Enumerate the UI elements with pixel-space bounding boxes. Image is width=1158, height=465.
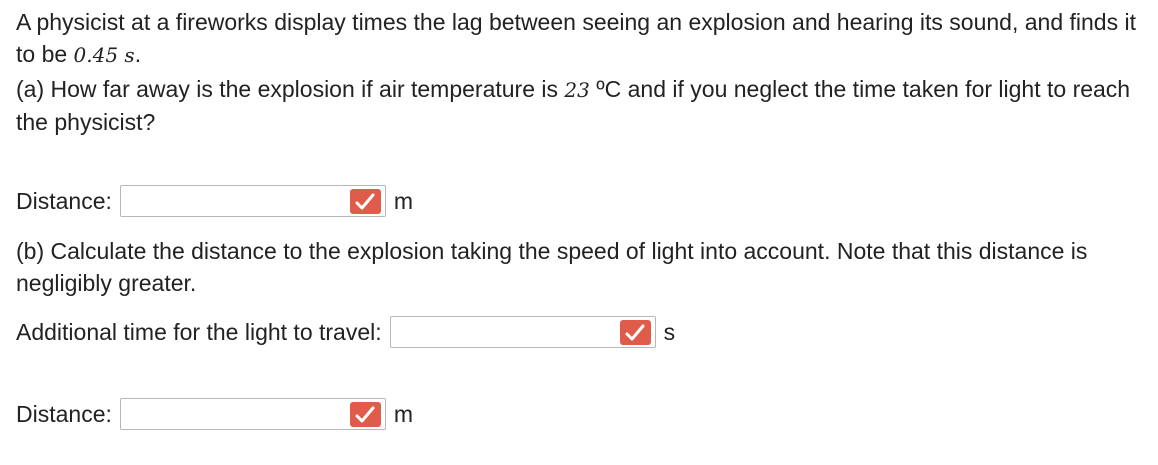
- temperature-value: 23: [564, 78, 590, 102]
- check-icon: [349, 189, 381, 214]
- distance-b-row: Distance: m: [16, 397, 413, 431]
- intro-end: .: [134, 41, 142, 67]
- distance-a-unit: m: [393, 187, 414, 214]
- lag-time-value: 0.45 s: [73, 43, 135, 67]
- distance-a-label: Distance:: [16, 187, 112, 214]
- part-a-prompt: (a) How far away is the explosion if air…: [16, 73, 1151, 138]
- distance-a-field: [119, 185, 386, 217]
- distance-a-input[interactable]: [120, 186, 385, 217]
- check-icon: [619, 320, 651, 345]
- distance-b-label: Distance:: [16, 400, 112, 427]
- question-intro: A physicist at a fireworks display times…: [16, 6, 1146, 71]
- light-time-row: Additional time for the light to travel:…: [16, 315, 675, 349]
- part-a-text: (a) How far away is the explosion if air…: [16, 76, 565, 102]
- light-time-unit: s: [663, 318, 676, 345]
- distance-b-input[interactable]: [120, 399, 385, 430]
- part-b-prompt: (b) Calculate the distance to the explos…: [16, 235, 1116, 299]
- light-time-field: [389, 316, 656, 348]
- distance-b-unit: m: [393, 400, 414, 427]
- light-time-label: Additional time for the light to travel:: [16, 318, 382, 345]
- intro-text: A physicist at a fireworks display times…: [16, 9, 1136, 67]
- light-time-input[interactable]: [390, 317, 655, 348]
- distance-a-row: Distance: m: [16, 184, 413, 218]
- distance-b-field: [119, 398, 386, 430]
- check-icon: [349, 402, 381, 427]
- part-b-text: (b) Calculate the distance to the explos…: [16, 238, 1088, 296]
